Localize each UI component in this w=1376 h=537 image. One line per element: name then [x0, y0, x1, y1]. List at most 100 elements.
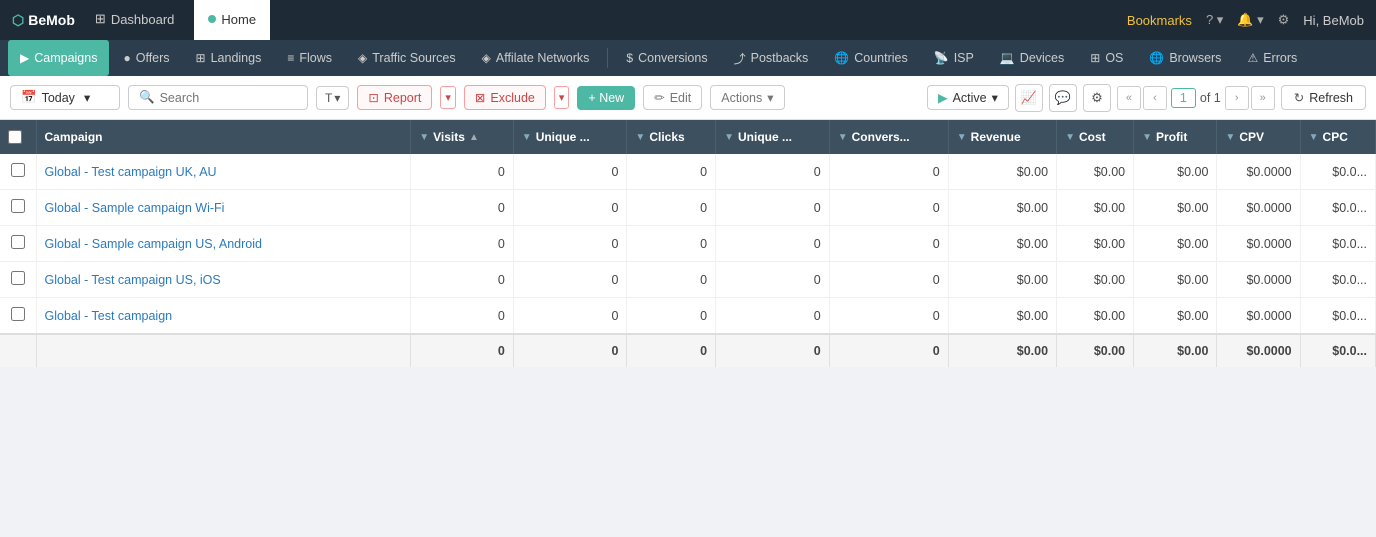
sidebar-item-devices[interactable]: 💻 Devices — [988, 40, 1076, 76]
sidebar-item-postbacks[interactable]: ⤴ Postbacks — [722, 40, 821, 76]
cost-col-label: Cost — [1079, 130, 1106, 144]
filter-cost-icon: ▼ — [1065, 132, 1075, 143]
new-button[interactable]: + New — [577, 86, 635, 110]
sidebar-item-landings[interactable]: ⊞ Landings — [184, 40, 274, 76]
next-page-btn[interactable]: › — [1225, 86, 1249, 110]
row-checkbox[interactable] — [11, 163, 25, 177]
traffic-label: Traffic Sources — [372, 51, 455, 65]
table-row: Global - Sample campaign Wi-Fi 0 0 0 0 0… — [0, 190, 1376, 226]
filter-unique2-icon: ▼ — [724, 132, 734, 143]
header-conversions[interactable]: ▼ Convers... — [829, 120, 948, 154]
tab-dashboard[interactable]: ⊞ Dashboard — [81, 0, 189, 40]
header-unique2[interactable]: ▼ Unique ... — [716, 120, 830, 154]
row-campaign[interactable]: Global - Test campaign — [36, 298, 411, 335]
report-chevron-icon[interactable]: ▾ — [440, 86, 456, 109]
header-cpc[interactable]: ▼ CPC — [1300, 120, 1375, 154]
row-checkbox[interactable] — [11, 235, 25, 249]
row-campaign[interactable]: Global - Test campaign UK, AU — [36, 154, 411, 190]
search-box[interactable]: 🔍 — [128, 85, 308, 110]
campaigns-label: Campaigns — [34, 51, 97, 65]
sidebar-item-offers[interactable]: ● Offers — [111, 40, 181, 76]
campaigns-table: Campaign ▼ Visits ▲ ▼ Unique ... — [0, 120, 1376, 367]
row-campaign[interactable]: Global - Sample campaign US, Android — [36, 226, 411, 262]
sidebar-item-traffic-sources[interactable]: ◈ Traffic Sources — [346, 40, 468, 76]
date-picker[interactable]: 📅 Today ▾ — [10, 85, 120, 110]
table-row: Global - Sample campaign US, Android 0 0… — [0, 226, 1376, 262]
row-checkbox[interactable] — [11, 199, 25, 213]
row-checkbox-cell[interactable] — [0, 262, 36, 298]
search-input[interactable] — [160, 91, 280, 105]
user-btn[interactable]: Hi, BeMob — [1303, 13, 1364, 28]
row-campaign[interactable]: Global - Sample campaign Wi-Fi — [36, 190, 411, 226]
message-btn[interactable]: 💬 — [1049, 84, 1077, 112]
sidebar-item-campaigns[interactable]: ▶ Campaigns — [8, 40, 109, 76]
row-cpv: $0.0000 — [1217, 154, 1300, 190]
row-checkbox-cell[interactable] — [0, 298, 36, 335]
select-all-checkbox[interactable] — [8, 130, 22, 144]
header-visits[interactable]: ▼ Visits ▲ — [411, 120, 514, 154]
tab-home-label: Home — [221, 12, 256, 27]
sidebar-item-browsers[interactable]: 🌐 Browsers — [1137, 40, 1233, 76]
chart-btn[interactable]: 📈 — [1015, 84, 1043, 112]
help-btn[interactable]: ? ▾ — [1206, 12, 1223, 28]
report-button[interactable]: ⊡ Report — [357, 85, 432, 110]
current-page[interactable]: 1 — [1171, 88, 1196, 108]
sidebar-item-isp[interactable]: 📡 ISP — [922, 40, 986, 76]
header-profit[interactable]: ▼ Profit — [1134, 120, 1217, 154]
sidebar-item-affiliate-networks[interactable]: ◈ Affilate Networks — [470, 40, 602, 76]
header-checkbox[interactable] — [0, 120, 36, 154]
header-campaign[interactable]: Campaign — [36, 120, 411, 154]
sidebar-item-flows[interactable]: ≡ Flows — [275, 40, 344, 76]
header-unique1[interactable]: ▼ Unique ... — [513, 120, 627, 154]
bemob-logo[interactable]: ⬡ BeMob — [12, 12, 75, 29]
row-unique1: 0 — [513, 298, 627, 335]
footer-unique1: 0 — [513, 334, 627, 367]
notifications-btn[interactable]: 🔔 ▾ — [1237, 12, 1263, 28]
prev-page-btn[interactable]: ‹ — [1143, 86, 1167, 110]
sidebar-item-os[interactable]: ⊞ OS — [1078, 40, 1135, 76]
sidebar-item-errors[interactable]: ⚠ Errors — [1235, 40, 1309, 76]
last-page-btn[interactable]: » — [1251, 86, 1275, 110]
countries-label: Countries — [854, 51, 908, 65]
refresh-button[interactable]: ↻ Refresh — [1281, 85, 1366, 110]
first-page-btn[interactable]: « — [1117, 86, 1141, 110]
sidebar-item-conversions[interactable]: $ Conversions — [614, 40, 719, 76]
page-of-label: of 1 — [1200, 91, 1221, 105]
row-profit: $0.00 — [1134, 154, 1217, 190]
header-clicks[interactable]: ▼ Clicks — [627, 120, 716, 154]
row-checkbox[interactable] — [11, 307, 25, 321]
filter-cpc-icon: ▼ — [1309, 132, 1319, 143]
edit-button[interactable]: ✏ Edit — [643, 85, 702, 110]
row-checkbox-cell[interactable] — [0, 154, 36, 190]
row-campaign[interactable]: Global - Test campaign US, iOS — [36, 262, 411, 298]
sidebar-item-countries[interactable]: 🌐 Countries — [822, 40, 919, 76]
header-cpv[interactable]: ▼ CPV — [1217, 120, 1300, 154]
row-cpc: $0.0... — [1300, 190, 1375, 226]
row-visits: 0 — [411, 298, 514, 335]
actions-button[interactable]: Actions ▾ — [710, 85, 784, 110]
tab-home[interactable]: Home — [194, 0, 270, 40]
edit-label: Edit — [670, 91, 692, 105]
table-row: Global - Test campaign 0 0 0 0 0 $0.00 $… — [0, 298, 1376, 335]
header-cost[interactable]: ▼ Cost — [1057, 120, 1134, 154]
row-profit: $0.00 — [1134, 190, 1217, 226]
filter-badge[interactable]: T ▾ — [316, 86, 349, 110]
postbacks-icon: ⤴ — [734, 50, 746, 67]
settings-btn[interactable]: ⚙ — [1083, 84, 1111, 112]
filter-conv-icon: ▼ — [838, 132, 848, 143]
conversions-icon: $ — [626, 51, 633, 65]
bookmarks-btn[interactable]: Bookmarks — [1127, 13, 1192, 28]
cpv-col-label: CPV — [1239, 130, 1264, 144]
toolbar-right: ▶ Active ▾ 📈 💬 ⚙ « ‹ 1 of 1 › » ↻ — [927, 84, 1366, 112]
exclude-button[interactable]: ⊠ Exclude — [464, 85, 546, 110]
footer-visits: 0 — [411, 334, 514, 367]
settings-btn[interactable]: ⚙ — [1278, 12, 1290, 28]
row-unique1: 0 — [513, 262, 627, 298]
active-filter-btn[interactable]: ▶ Active ▾ — [927, 85, 1009, 110]
row-checkbox[interactable] — [11, 271, 25, 285]
header-revenue[interactable]: ▼ Revenue — [948, 120, 1056, 154]
row-checkbox-cell[interactable] — [0, 226, 36, 262]
exclude-chevron-icon[interactable]: ▾ — [554, 86, 570, 109]
row-checkbox-cell[interactable] — [0, 190, 36, 226]
row-revenue: $0.00 — [948, 154, 1056, 190]
